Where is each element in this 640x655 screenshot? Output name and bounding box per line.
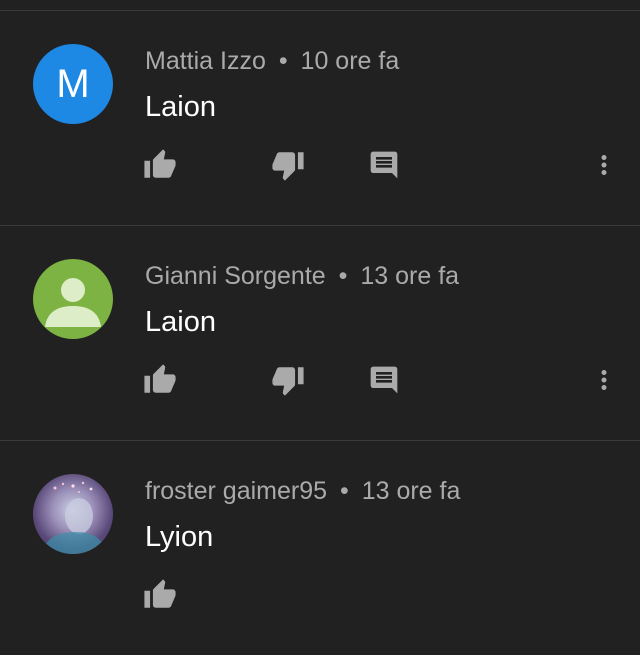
comment-text: Laion bbox=[145, 306, 216, 338]
comment-item: Gianni Sorgente • 13 ore fa Laion bbox=[0, 226, 640, 440]
author-name[interactable]: Mattia Izzo bbox=[145, 47, 266, 75]
reply-icon bbox=[370, 366, 398, 394]
comment-text: Laion bbox=[145, 91, 216, 123]
comment-time: 13 ore fa bbox=[360, 262, 460, 290]
thumb-down-icon bbox=[272, 152, 304, 181]
avatar-letter: M bbox=[56, 62, 90, 106]
thumb-up-icon bbox=[144, 579, 176, 608]
comment-text: Lyion bbox=[145, 521, 214, 553]
dislike-button[interactable] bbox=[268, 360, 308, 400]
comment-time: 13 ore fa bbox=[361, 477, 461, 505]
avatar[interactable] bbox=[33, 474, 113, 554]
separator-dot: • bbox=[278, 47, 288, 75]
author-name[interactable]: Gianni Sorgente bbox=[145, 262, 326, 290]
comment-item: froster gaimer95 • 13 ore fa Lyion bbox=[0, 441, 640, 655]
comment-time: 10 ore fa bbox=[300, 47, 400, 75]
like-button[interactable] bbox=[140, 575, 180, 615]
profile-photo bbox=[41, 481, 109, 554]
like-button[interactable] bbox=[140, 145, 180, 185]
reply-button[interactable] bbox=[364, 145, 404, 185]
reply-icon bbox=[370, 151, 398, 179]
comment-item: M Mattia Izzo • 10 ore fa Laion bbox=[0, 11, 640, 225]
avatar[interactable]: M bbox=[33, 44, 113, 124]
more-vert-icon bbox=[601, 370, 607, 390]
like-button[interactable] bbox=[140, 360, 180, 400]
reply-button[interactable] bbox=[364, 360, 404, 400]
avatar[interactable] bbox=[33, 259, 113, 339]
comment-meta: froster gaimer95 • 13 ore fa bbox=[145, 477, 460, 506]
thumb-up-icon bbox=[144, 364, 176, 393]
default-person-icon bbox=[45, 278, 101, 327]
thumb-up-icon bbox=[144, 149, 176, 178]
comment-meta: Gianni Sorgente • 13 ore fa bbox=[145, 262, 459, 291]
dislike-button[interactable] bbox=[268, 145, 308, 185]
more-options-button[interactable] bbox=[584, 360, 624, 400]
author-name[interactable]: froster gaimer95 bbox=[145, 477, 327, 505]
thumb-down-icon bbox=[272, 367, 304, 396]
more-vert-icon bbox=[601, 155, 607, 175]
more-options-button[interactable] bbox=[584, 145, 624, 185]
separator-dot: • bbox=[338, 262, 348, 290]
separator-dot: • bbox=[339, 477, 349, 505]
comment-meta: Mattia Izzo • 10 ore fa bbox=[145, 47, 399, 76]
